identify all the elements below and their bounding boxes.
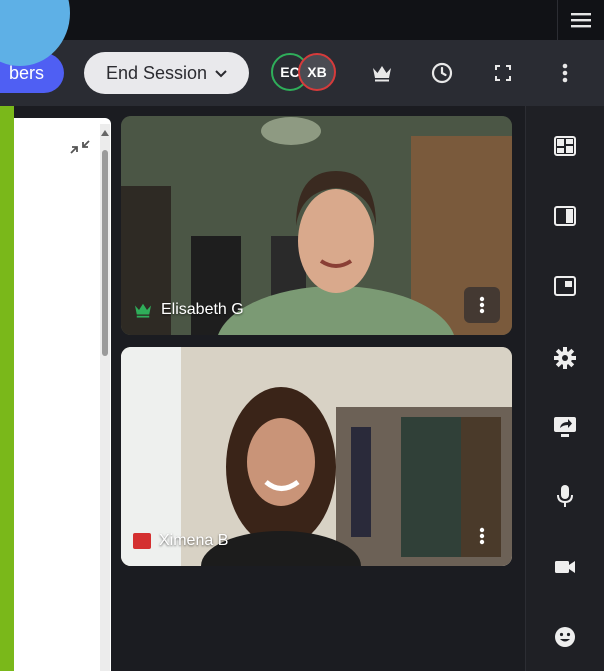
avatar-initials: EC bbox=[280, 64, 300, 80]
settings-button[interactable] bbox=[550, 343, 580, 373]
tile-options-button[interactable] bbox=[464, 518, 500, 554]
grid-layout-icon bbox=[554, 136, 576, 156]
right-control-sidebar bbox=[525, 106, 604, 671]
app-window: bers End Session EC XB Elisabeth G Ximen… bbox=[0, 0, 604, 671]
chevron-down-icon bbox=[215, 70, 227, 78]
collapse-icon bbox=[70, 140, 90, 154]
scrollbar-thumb[interactable] bbox=[102, 150, 108, 356]
host-controls-button[interactable] bbox=[367, 58, 397, 88]
tile-options-button[interactable] bbox=[464, 287, 500, 323]
grid-layout-button[interactable] bbox=[550, 131, 580, 161]
end-session-button[interactable]: End Session bbox=[84, 52, 249, 94]
screen-share-icon bbox=[554, 417, 576, 437]
top-bar bbox=[0, 0, 604, 40]
shared-document-panel[interactable] bbox=[14, 118, 111, 671]
end-session-label: End Session bbox=[105, 62, 208, 83]
triangle-up-icon bbox=[101, 130, 109, 136]
clock-icon bbox=[431, 62, 453, 84]
emoji-reaction-button[interactable] bbox=[550, 622, 580, 652]
participant-name: Elisabeth G bbox=[161, 301, 244, 318]
microphone-icon bbox=[557, 485, 573, 507]
muted-indicator bbox=[133, 533, 151, 549]
picture-in-picture-icon bbox=[554, 276, 576, 296]
camera-button[interactable] bbox=[550, 552, 580, 582]
more-options-button[interactable] bbox=[550, 58, 580, 88]
crown-icon bbox=[373, 66, 391, 82]
collapse-panel-button[interactable] bbox=[70, 138, 90, 161]
fullscreen-button[interactable] bbox=[488, 58, 518, 88]
timer-button[interactable] bbox=[427, 58, 457, 88]
fullscreen-icon bbox=[495, 65, 511, 81]
avatar-initials: XB bbox=[307, 64, 327, 80]
crown-icon bbox=[135, 303, 151, 318]
picture-in-picture-button[interactable] bbox=[550, 271, 580, 301]
microphone-button[interactable] bbox=[550, 481, 580, 511]
active-side-strip bbox=[0, 106, 14, 671]
sidebar-layout-icon bbox=[554, 206, 576, 226]
sidebar-layout-button[interactable] bbox=[550, 201, 580, 231]
screen-share-button[interactable] bbox=[550, 412, 580, 442]
video-tile-ximena[interactable]: Ximena B bbox=[121, 347, 512, 566]
avatar-xb[interactable]: XB bbox=[298, 53, 336, 91]
members-button-label: bers bbox=[8, 63, 44, 83]
camera-icon bbox=[555, 561, 575, 573]
more-vertical-icon bbox=[562, 63, 568, 83]
more-vertical-icon bbox=[479, 527, 485, 545]
settings-icon bbox=[554, 347, 576, 369]
participant-name: Ximena B bbox=[159, 532, 229, 549]
more-vertical-icon bbox=[479, 296, 485, 314]
hamburger-menu-button[interactable] bbox=[557, 0, 604, 40]
participant-name-tag: Ximena B bbox=[133, 532, 228, 550]
scroll-up-arrow[interactable] bbox=[100, 128, 110, 138]
participant-name-tag: Elisabeth G bbox=[133, 301, 244, 319]
hamburger-menu-icon bbox=[571, 13, 591, 28]
emoji-icon bbox=[555, 627, 575, 647]
video-tile-elisabeth[interactable]: Elisabeth G bbox=[121, 116, 512, 335]
